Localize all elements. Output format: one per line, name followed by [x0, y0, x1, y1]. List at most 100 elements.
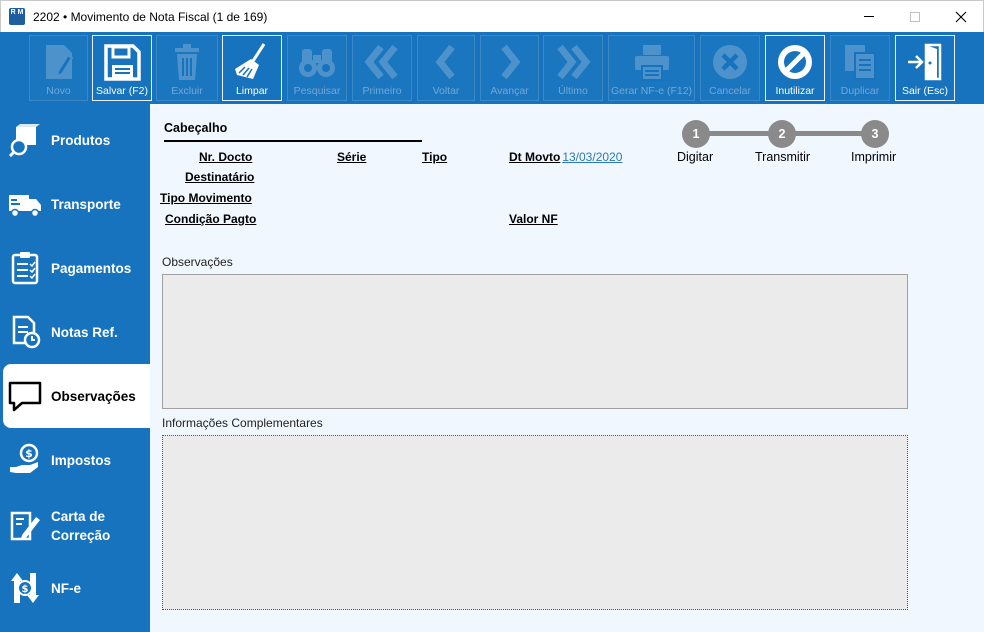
destinatario-field[interactable]: Destinatário	[185, 170, 254, 184]
sidebar-item-pagamentos[interactable]: Pagamentos	[0, 236, 150, 300]
hand-coin-icon: $	[10, 443, 39, 473]
step-2-label: Transmitir	[755, 150, 811, 164]
floppy-disk-icon	[104, 44, 141, 81]
search-label: Pesquisar	[293, 85, 341, 97]
minimize-button[interactable]	[846, 1, 892, 32]
valor-nf-field[interactable]: Valor NF	[509, 212, 558, 226]
sidebar-item-label: Pagamentos	[51, 260, 132, 276]
sidebar-item-label: Carta de Correção	[51, 509, 111, 543]
broom-icon	[235, 43, 266, 79]
forward-label: Avançar	[490, 85, 529, 97]
duplicate-label: Duplicar	[840, 85, 880, 97]
edit-document-icon	[10, 511, 40, 541]
chevron-left-icon	[435, 44, 455, 80]
last-button[interactable]: Último	[543, 35, 603, 101]
step-1-label: Digitar	[677, 150, 714, 164]
generate-nfe-label: Gerar NF-e (F12)	[610, 85, 693, 97]
observacoes-label: Observações	[162, 255, 233, 269]
delete-button[interactable]: Excluir	[156, 35, 218, 101]
invalidate-label: Inutilizar	[775, 85, 815, 97]
sidebar-item-transporte[interactable]: Transporte	[0, 172, 150, 236]
app-icon: R M	[9, 8, 25, 25]
svg-text:$: $	[22, 584, 29, 595]
trash-icon	[175, 44, 199, 80]
sidebar: Produtos Transporte Pagamentos Notas Ref…	[0, 104, 150, 632]
exit-door-icon	[908, 43, 942, 81]
sidebar-item-produtos[interactable]: Produtos	[0, 108, 150, 172]
dt-movto-field[interactable]: Dt Movto 13/03/2020	[509, 150, 622, 164]
info-complementares-textarea[interactable]	[162, 435, 908, 610]
window-title: 2202 • Movimento de Nota Fiscal (1 de 16…	[33, 10, 268, 24]
save-label: Salvar (F2)	[96, 85, 148, 97]
product-search-icon	[8, 124, 40, 157]
svg-text:$: $	[25, 447, 33, 460]
sidebar-item-observacoes[interactable]: Observações	[3, 364, 150, 428]
speech-bubble-icon	[8, 381, 42, 412]
sidebar-item-notas-ref[interactable]: Notas Ref.	[0, 300, 150, 364]
sidebar-item-label: Transporte	[51, 196, 121, 212]
clipboard-checklist-icon	[11, 252, 39, 285]
prohibited-icon	[778, 45, 812, 79]
close-icon	[955, 11, 967, 22]
serie-label: Série	[337, 150, 367, 164]
new-button[interactable]: Novo	[29, 35, 88, 101]
forward-button[interactable]: Avançar	[480, 35, 539, 101]
cancel-circle-icon	[713, 45, 747, 79]
first-button[interactable]: Primeiro	[352, 35, 412, 101]
minimize-icon	[864, 16, 874, 17]
sidebar-item-carta-correcao[interactable]: Carta de Correção	[0, 492, 150, 560]
destinatario-label: Destinatário	[185, 170, 255, 184]
step-3-label: Imprimir	[851, 150, 897, 164]
clear-label: Limpar	[235, 85, 269, 97]
binoculars-icon	[299, 49, 335, 77]
new-label: Novo	[46, 85, 71, 97]
sidebar-item-label: NF-e	[51, 580, 81, 596]
dt-movto-label: Dt Movto	[509, 150, 561, 164]
step-3-circle: 3	[861, 120, 889, 148]
sidebar-item-impostos[interactable]: $ Impostos	[0, 428, 150, 492]
printer-icon	[634, 45, 669, 81]
truck-icon	[9, 195, 41, 218]
duplicate-icon	[845, 45, 876, 80]
maximize-button[interactable]	[892, 1, 938, 32]
nr-docto-label: Nr. Docto	[199, 150, 253, 164]
condicao-pagto-field[interactable]: Condição Pagto	[165, 212, 256, 226]
back-button[interactable]: Voltar	[417, 35, 475, 101]
maximize-icon	[910, 11, 920, 22]
cancel-label: Cancelar	[708, 85, 752, 97]
section-title: Cabeçalho	[164, 121, 228, 135]
save-button[interactable]: Salvar (F2)	[92, 35, 152, 101]
nr-docto-field[interactable]: Nr. Docto	[199, 150, 252, 164]
dt-movto-value[interactable]: 13/03/2020	[562, 150, 622, 164]
double-chevron-right-icon	[557, 44, 591, 80]
delete-label: Excluir	[171, 85, 203, 97]
exit-button[interactable]: Sair (Esc)	[895, 35, 955, 101]
invalidate-button[interactable]: Inutilizar	[765, 35, 825, 101]
tipo-label: Tipo	[422, 150, 448, 164]
close-button[interactable]	[938, 1, 984, 32]
double-chevron-left-icon	[364, 44, 398, 80]
duplicate-button[interactable]: Duplicar	[830, 35, 890, 101]
toolbar: Novo Salvar (F2) Excluir Limpar Pesquisa…	[0, 32, 984, 104]
step-2-circle: 2	[768, 120, 796, 148]
sidebar-item-label: Impostos	[51, 452, 112, 468]
observacoes-textarea[interactable]	[162, 274, 908, 409]
generate-nfe-button[interactable]: Gerar NF-e (F12)	[608, 35, 695, 101]
sidebar-item-label: Observações	[51, 388, 136, 404]
main-panel: Cabeçalho Nr. Docto Série Tipo Dt Movto 1…	[150, 104, 984, 632]
search-button[interactable]: Pesquisar	[287, 35, 347, 101]
clear-button[interactable]: Limpar	[222, 35, 282, 101]
nfe-money-icon: $	[11, 573, 39, 603]
last-label: Último	[558, 85, 588, 97]
serie-field[interactable]: Série	[337, 150, 366, 164]
new-document-icon	[45, 45, 73, 79]
sidebar-item-nfe[interactable]: $ NF-e	[0, 556, 150, 620]
tipo-field[interactable]: Tipo	[422, 150, 447, 164]
cancel-button[interactable]: Cancelar	[700, 35, 760, 101]
condicao-pagto-label: Condição Pagto	[165, 212, 257, 226]
title-bar: R M 2202 • Movimento de Nota Fiscal (1 d…	[0, 0, 984, 32]
sidebar-item-label: Notas Ref.	[51, 324, 118, 340]
chevron-right-icon	[500, 44, 520, 80]
tipo-movimento-field[interactable]: Tipo Movimento	[160, 191, 252, 205]
valor-nf-label: Valor NF	[509, 212, 558, 226]
